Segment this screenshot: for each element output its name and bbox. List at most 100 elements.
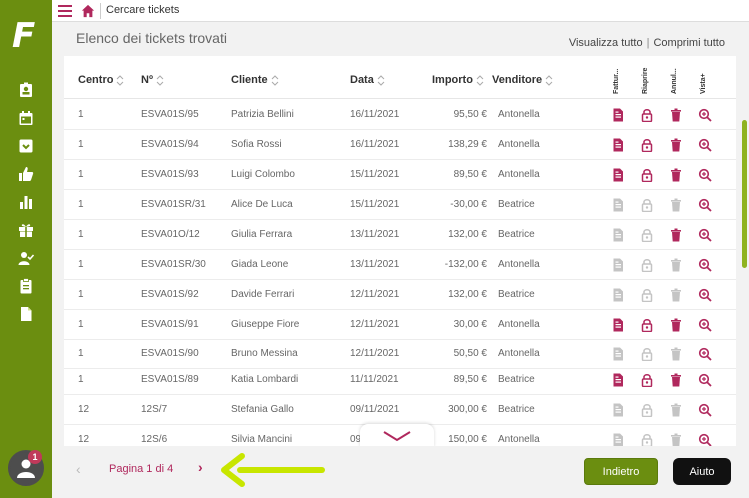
trash-icon[interactable] (669, 373, 683, 387)
sidebar-item-stats-icon[interactable] (16, 192, 36, 212)
sidebar-item-document-icon[interactable] (16, 304, 36, 324)
table-row[interactable]: 1 ESVA01S/95 Patrizia Bellini 16/11/2021… (64, 100, 736, 130)
column-header-numero[interactable]: Nº (141, 74, 164, 86)
zoom-in-icon[interactable] (698, 138, 712, 152)
unlock-icon[interactable] (640, 138, 654, 153)
cell-data: 13/11/2021 (350, 229, 400, 240)
cell-venditore: Beatrice (498, 229, 535, 240)
view-all-link[interactable]: Visualizza tutto (569, 37, 643, 49)
invoice-icon[interactable] (611, 168, 625, 182)
zoom-in-icon[interactable] (698, 347, 712, 361)
back-button[interactable]: Indietro (584, 458, 658, 485)
cell-data: 09/11/2021 (350, 404, 400, 415)
cell-data: 15/11/2021 (350, 199, 400, 210)
menu-icon[interactable] (58, 5, 72, 17)
cell-cliente: Silvia Mancini (231, 434, 293, 445)
unlock-icon[interactable] (640, 108, 654, 123)
cell-importo: 89,50 € (453, 169, 487, 180)
expand-tab[interactable] (360, 424, 434, 448)
cell-venditore: Antonella (498, 169, 540, 180)
column-header-venditore[interactable]: Venditore (492, 74, 553, 86)
sidebar-item-inbox-icon[interactable] (16, 136, 36, 156)
column-header-centro[interactable]: Centro (78, 74, 124, 86)
scrollbar-thumb[interactable] (742, 120, 747, 268)
collapse-all-link[interactable]: Comprimi tutto (653, 37, 725, 49)
trash-icon[interactable] (669, 318, 683, 332)
cell-venditore: Beatrice (498, 199, 535, 210)
sidebar-item-gift-icon[interactable] (16, 220, 36, 240)
unlock-icon[interactable] (640, 318, 654, 333)
column-header-cliente[interactable]: Cliente (231, 74, 279, 86)
invoice-icon[interactable] (611, 318, 625, 332)
cell-centro: 1 (78, 199, 84, 210)
trash-icon[interactable] (669, 168, 683, 182)
cell-importo: 300,00 € (448, 404, 487, 415)
column-header-importo[interactable]: Importo (432, 74, 484, 86)
table-row[interactable]: 1 ESVA01S/89 Katia Lombardi 11/11/2021 8… (64, 365, 736, 395)
sidebar-item-calendar-icon[interactable] (16, 108, 36, 128)
cell-venditore: Beatrice (498, 374, 535, 385)
sidebar-item-clients-icon[interactable] (16, 80, 36, 100)
zoom-in-icon[interactable] (698, 403, 712, 417)
trash-icon[interactable] (669, 138, 683, 152)
bottom-bar: ‹ Pagina 1 di 4 › Indietro Aiuto (52, 446, 749, 498)
help-button[interactable]: Aiuto (673, 458, 731, 485)
next-page-button[interactable]: › (198, 459, 203, 475)
sidebar-item-thumbs-up-icon[interactable] (16, 164, 36, 184)
sidebar-item-clipboard-icon[interactable] (16, 276, 36, 296)
cell-importo: -132,00 € (444, 259, 487, 270)
unlock-icon (640, 347, 654, 362)
cell-centro: 1 (78, 374, 84, 385)
cell-centro: 1 (78, 229, 84, 240)
unlock-icon[interactable] (640, 168, 654, 183)
invoice-icon[interactable] (611, 373, 625, 387)
zoom-in-icon[interactable] (698, 198, 712, 212)
tickets-table: Centro Nº Cliente Data Importo Venditore… (64, 56, 736, 446)
cell-cliente: Bruno Messina (231, 348, 298, 359)
trash-icon[interactable] (669, 228, 683, 242)
table-row[interactable]: 1 ESVA01S/92 Davide Ferrari 12/11/2021 1… (64, 280, 736, 310)
annotation-arrow (221, 453, 325, 487)
table-row[interactable]: 1 ESVA01S/94 Sofia Rossi 16/11/2021 138,… (64, 130, 736, 160)
cell-venditore: Antonella (498, 259, 540, 270)
cell-cliente: Davide Ferrari (231, 289, 295, 300)
table-row[interactable]: 12 12S/7 Stefania Gallo 09/11/2021 300,0… (64, 395, 736, 425)
zoom-in-icon[interactable] (698, 258, 712, 272)
zoom-in-icon[interactable] (698, 108, 712, 122)
zoom-in-icon[interactable] (698, 168, 712, 182)
pagination-label: Pagina 1 di 4 (109, 463, 174, 475)
previous-page-button[interactable]: ‹ (76, 461, 81, 477)
zoom-in-icon[interactable] (698, 373, 712, 387)
cell-importo: 132,00 € (448, 289, 487, 300)
unlock-icon (640, 228, 654, 243)
zoom-in-icon[interactable] (698, 288, 712, 302)
trash-icon[interactable] (669, 108, 683, 122)
invoice-icon[interactable] (611, 108, 625, 122)
invoice-icon[interactable] (611, 138, 625, 152)
column-header-data[interactable]: Data (350, 74, 385, 86)
table-row[interactable]: 1 ESVA01SR/30 Giada Leone 13/11/2021 -13… (64, 250, 736, 280)
cell-centro: 1 (78, 109, 84, 120)
table-row[interactable]: 1 ESVA01O/12 Giulia Ferrara 13/11/2021 1… (64, 220, 736, 250)
sort-icon (156, 74, 164, 86)
zoom-in-icon[interactable] (698, 318, 712, 332)
cell-cliente: Giulia Ferrara (231, 229, 293, 240)
table-row[interactable]: 1 ESVA01SR/31 Alice De Luca 15/11/2021 -… (64, 190, 736, 220)
cell-cliente: Giuseppe Fiore (231, 319, 300, 330)
cell-numero: ESVA01SR/31 (141, 199, 206, 210)
cell-cliente: Giada Leone (231, 259, 289, 270)
table-row[interactable]: 1 ESVA01S/91 Giuseppe Fiore 12/11/2021 3… (64, 310, 736, 340)
cell-numero: 12S/6 (141, 434, 168, 445)
unlock-icon[interactable] (640, 373, 654, 388)
cell-cliente: Patrizia Bellini (231, 109, 294, 120)
cell-numero: ESVA01S/93 (141, 169, 199, 180)
cell-data: 12/11/2021 (350, 319, 400, 330)
unlock-icon (640, 433, 654, 446)
notification-badge: 1 (28, 450, 42, 464)
zoom-in-icon[interactable] (698, 228, 712, 242)
home-icon[interactable] (81, 4, 95, 18)
trash-icon (669, 198, 683, 212)
zoom-in-icon[interactable] (698, 433, 712, 446)
sidebar-item-user-check-icon[interactable] (16, 248, 36, 268)
table-row[interactable]: 1 ESVA01S/93 Luigi Colombo 15/11/2021 89… (64, 160, 736, 190)
